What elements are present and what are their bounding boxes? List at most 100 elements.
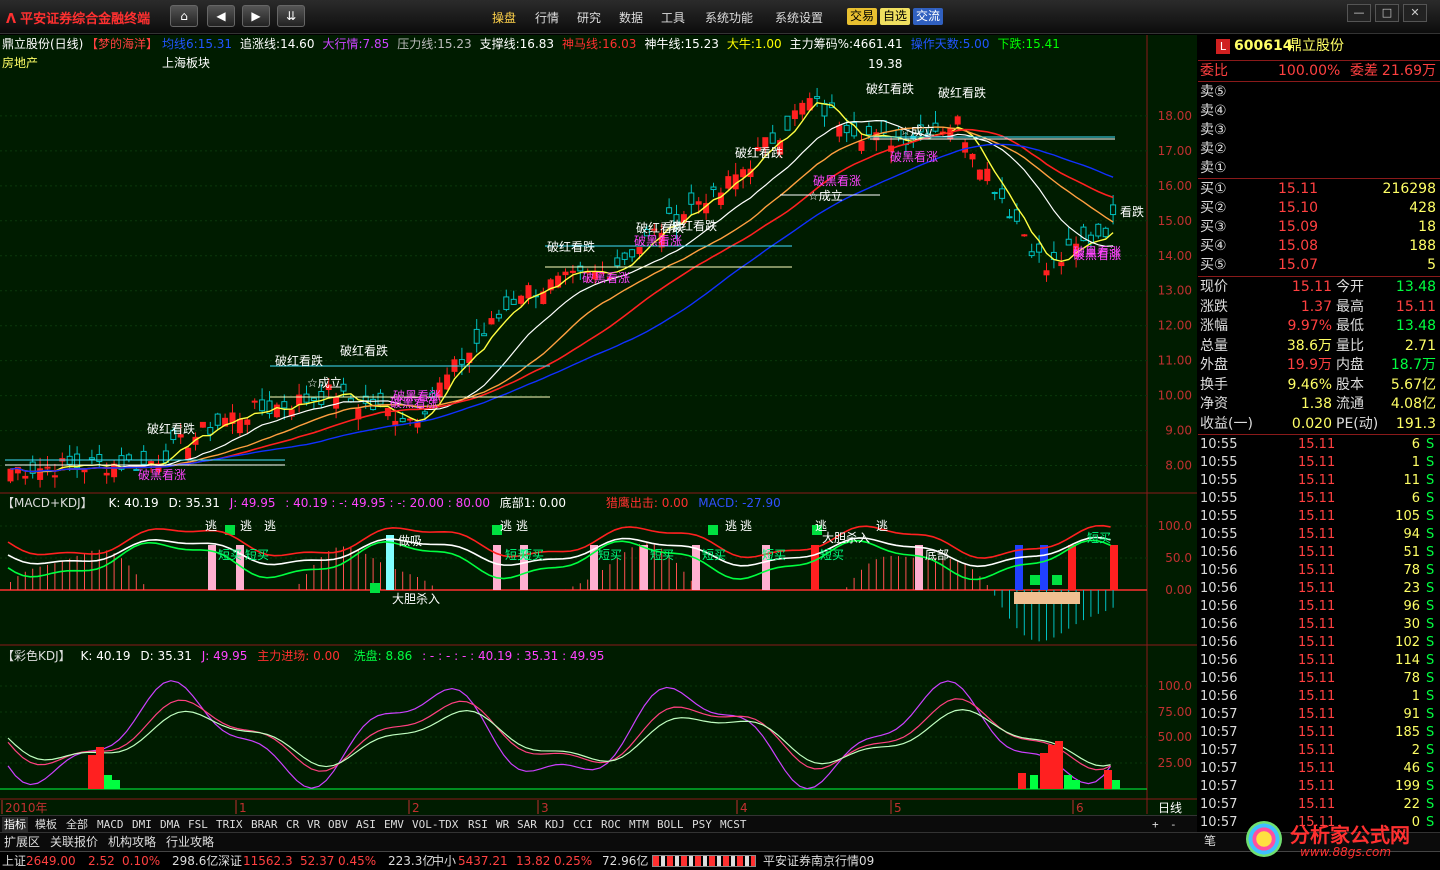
menu-data[interactable]: 数据 — [619, 9, 643, 26]
indicator-tab[interactable]: DMA — [158, 817, 182, 832]
indicator-tab[interactable]: 模板 — [33, 817, 59, 832]
indicator-number: 15.31 — [197, 37, 233, 51]
stat-value: 38.6万 — [1286, 337, 1332, 354]
tick-row: 10:57 15.11 2 S — [1198, 742, 1440, 760]
signal-annotation: 破黑看涨 — [582, 270, 630, 285]
extension-tab[interactable]: 机构攻略 — [106, 835, 158, 850]
maximize-button[interactable]: □ — [1375, 4, 1399, 22]
maximize-icon: □ — [1381, 6, 1393, 19]
candle-body — [858, 140, 865, 151]
candle-body — [525, 285, 532, 299]
menu-market[interactable]: 行情 — [535, 9, 559, 26]
indicator-tab[interactable]: BRAR — [249, 817, 280, 832]
indicator-tab[interactable]: SAR — [515, 817, 539, 832]
menu-trade[interactable]: 操盘 — [492, 9, 516, 26]
kdj-bar — [1018, 773, 1026, 789]
indicator-tab[interactable]: VR — [305, 817, 322, 832]
tick-time: 10:55 — [1200, 455, 1238, 470]
indicator-number: 7.85 — [362, 37, 390, 51]
home-button[interactable]: ⌂ — [170, 5, 198, 27]
indicator-tab[interactable]: TRIX — [214, 817, 245, 832]
stat-value: 2.71 — [1404, 337, 1436, 354]
more-button[interactable]: ⇊ — [277, 5, 305, 27]
indicator-tab[interactable]: BOLL — [655, 817, 686, 832]
extension-tab[interactable]: 关联报价 — [48, 835, 100, 850]
tick-volume: 102 — [1395, 635, 1420, 650]
indicator-tab[interactable]: FSL — [186, 817, 210, 832]
indicator-tab[interactable]: EMV — [382, 817, 406, 832]
kdj-header: 【彩色KDJ】 K: 40.19 D: 35.31 J: 49.95 主力进场:… — [2, 649, 604, 663]
tick-side: S — [1426, 509, 1435, 524]
tab-add-button[interactable]: + — [1150, 817, 1161, 832]
status-zx-pct: 0.25% — [554, 854, 593, 868]
price-tick-label: 17.00 — [1158, 144, 1192, 158]
menu-tools[interactable]: 工具 — [661, 9, 685, 26]
macd-d: D: 35.31 — [168, 496, 220, 510]
candle-body — [421, 411, 428, 415]
indicator-tab[interactable]: OBV — [326, 817, 350, 832]
close-button[interactable]: ✕ — [1403, 4, 1427, 22]
menu-system-settings[interactable]: 系统设置 — [775, 9, 823, 26]
menu-research[interactable]: 研究 — [577, 9, 601, 26]
chat-pill[interactable]: 交流 — [913, 8, 944, 25]
indicator-tab[interactable]: RSI — [466, 817, 490, 832]
stat-row: 涨跌 1.37 最高 15.11 — [1198, 298, 1440, 317]
indicator-tab[interactable]: 指标 — [2, 817, 28, 832]
pen-tab[interactable]: 笔 — [1204, 832, 1216, 849]
indicator-tab[interactable]: WR — [494, 817, 511, 832]
indicator-value: 神牛线:15.23 — [644, 37, 718, 51]
tick-row: 10:56 15.11 51 S — [1198, 544, 1440, 562]
candle-body — [740, 169, 747, 178]
trade-pill[interactable]: 交易 — [847, 8, 878, 25]
indicator-tab[interactable]: MTM — [627, 817, 651, 832]
extension-tab[interactable]: 扩展区 — [2, 835, 42, 850]
tick-volume: 185 — [1395, 725, 1420, 740]
indicator-tab[interactable]: DMI — [130, 817, 154, 832]
indicator-tab[interactable]: PSY — [690, 817, 714, 832]
candle-body — [244, 419, 251, 425]
candle-body — [140, 450, 147, 465]
kdj-title: 【彩色KDJ】 — [2, 649, 71, 663]
tick-side: S — [1426, 581, 1435, 596]
indicator-tab[interactable]: MACD — [95, 817, 126, 832]
candle-body — [111, 463, 118, 478]
indicator-tab[interactable]: MCST — [718, 817, 749, 832]
signal-bar — [915, 545, 923, 590]
indicator-tab[interactable]: KDJ — [543, 817, 567, 832]
forward-button[interactable]: ▶ — [242, 5, 270, 27]
tick-volume: 91 — [1403, 707, 1420, 722]
menu-system-functions[interactable]: 系统功能 — [705, 9, 753, 26]
kdj-k: K: 40.19 — [80, 649, 131, 663]
indicator-tab[interactable]: ASI — [354, 817, 378, 832]
chart-area[interactable]: 18.00 17.00 16.00 15.00 14.00 13.00 12.00 11.00… — [0, 35, 1197, 832]
tick-row: 10:55 15.11 6 S — [1198, 490, 1440, 508]
back-button[interactable]: ◀ — [207, 5, 235, 27]
tick-price: 15.11 — [1298, 797, 1336, 812]
stock-header: L 600614 鼎立股份 — [1198, 37, 1440, 59]
tick-price: 15.11 — [1298, 437, 1336, 452]
stat-row: 涨幅 9.97% 最低 13.48 — [1198, 317, 1440, 336]
tick-volume: 6 — [1411, 437, 1420, 452]
stat-value: 4.08亿 — [1390, 396, 1436, 412]
bid-volume: 216298 — [1382, 181, 1436, 197]
stat-label: 现价 — [1200, 279, 1228, 295]
indicator-tab[interactable]: ROC — [599, 817, 623, 832]
extension-tab[interactable]: 行业攻略 — [164, 835, 216, 850]
candle-body — [769, 132, 776, 144]
indicator-tab[interactable]: CCI — [571, 817, 595, 832]
indicator-value: 下跌:15.41 — [997, 37, 1059, 51]
indicator-tab[interactable]: 全部 — [64, 817, 90, 832]
tab-remove-button[interactable]: - — [1168, 817, 1179, 832]
chart-canvas[interactable]: 18.0017.0016.0015.0014.0013.0012.0011.00… — [0, 35, 1197, 832]
macd-signal-label: 短买 — [1087, 531, 1111, 545]
tick-row: 10:57 15.11 22 S — [1198, 796, 1440, 814]
signal-annotation: 破红看跌 — [669, 218, 717, 233]
minimize-button[interactable]: — — [1347, 4, 1371, 22]
signal-annotation: 看跌 — [1120, 204, 1144, 219]
bid-volume: 428 — [1409, 200, 1436, 216]
indicator-tab[interactable]: VOL-TDX — [410, 817, 460, 832]
bid-label: 买④ — [1200, 238, 1227, 254]
indicator-tab[interactable]: CR — [284, 817, 301, 832]
tick-price: 15.11 — [1298, 653, 1336, 668]
watchlist-pill[interactable]: 自选 — [880, 8, 911, 25]
